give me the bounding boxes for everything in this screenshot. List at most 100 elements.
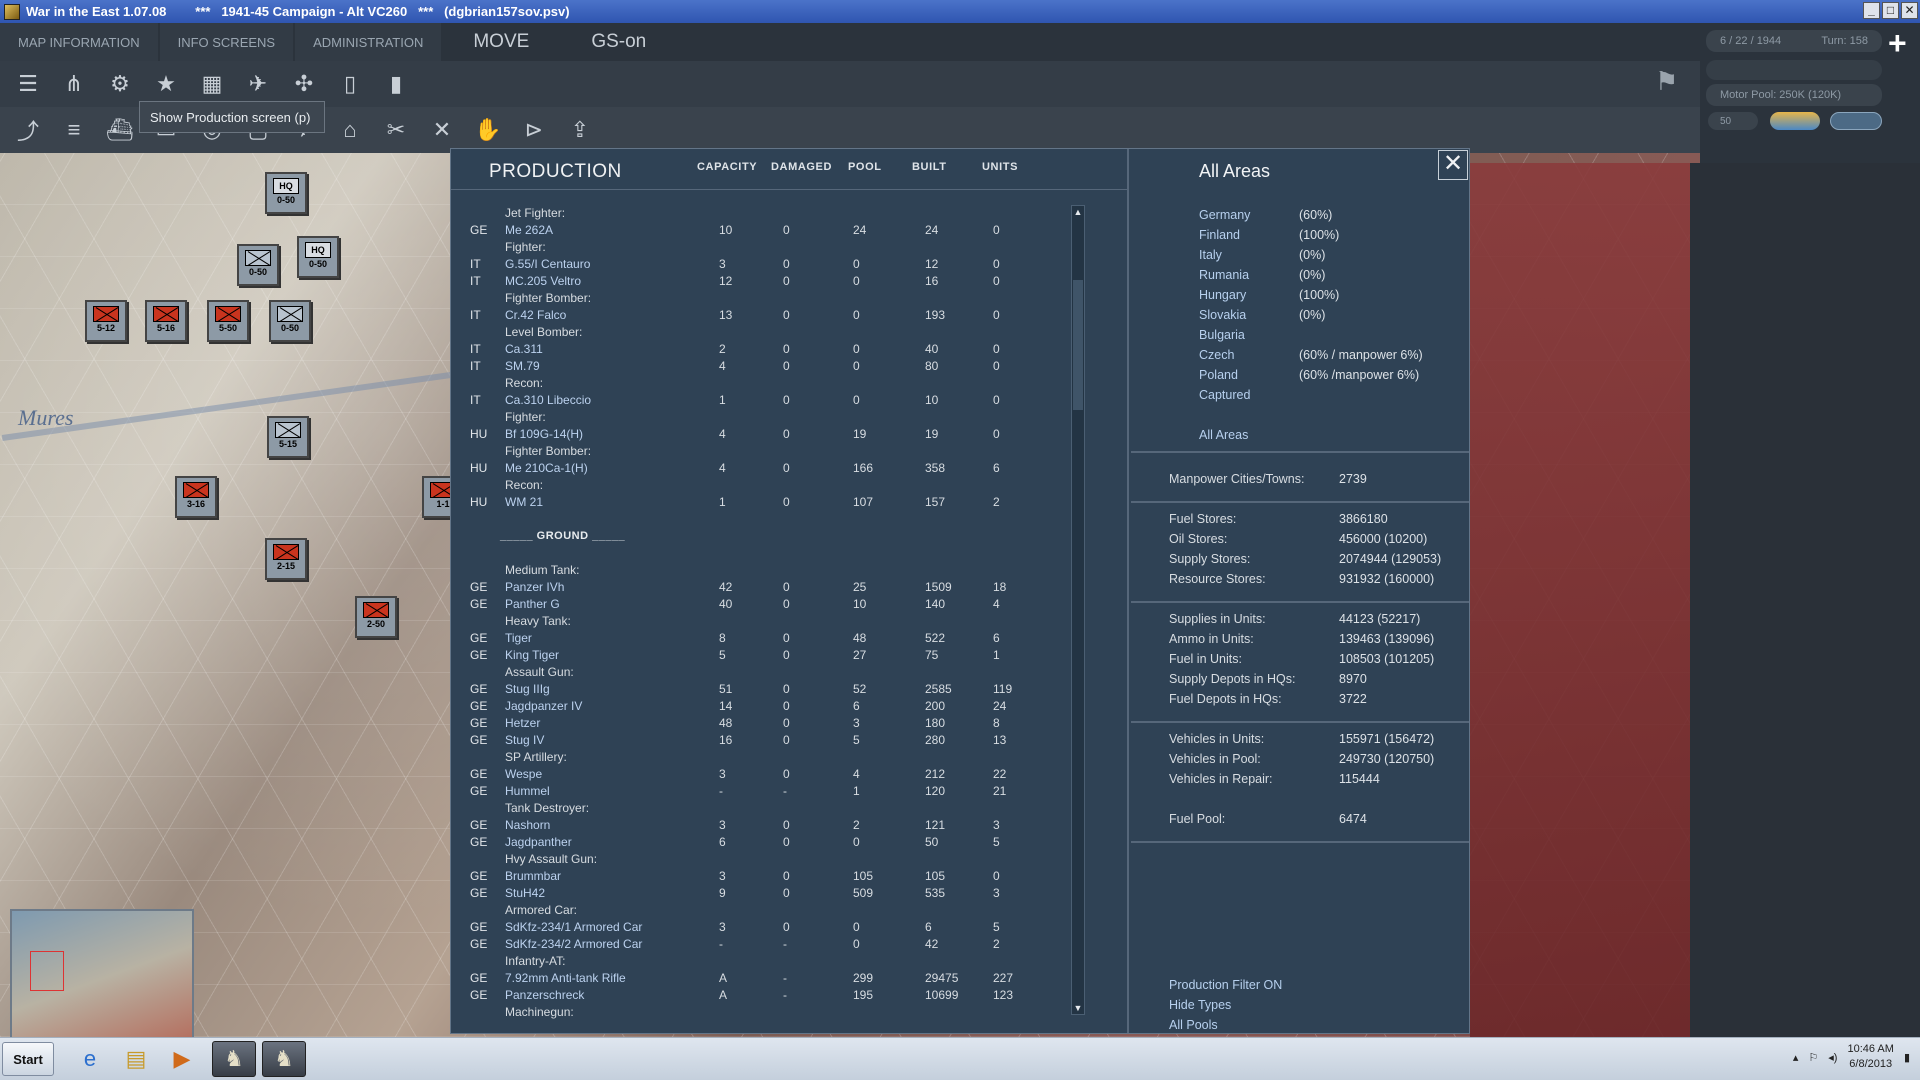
- production-row[interactable]: GE SdKfz-234/2 Armored Car - - 0 42 2: [451, 936, 1091, 953]
- minimap-viewport-frame[interactable]: [30, 951, 64, 991]
- start-button[interactable]: Start: [2, 1042, 54, 1076]
- tab-map-information[interactable]: MAP INFORMATION: [0, 23, 158, 61]
- fuel-icon[interactable]: ▮: [376, 65, 416, 103]
- production-row[interactable]: HU Me 210Ca-1(H) 4 0 166 358 6: [451, 460, 1091, 477]
- unit-name[interactable]: MC.205 Veltro: [505, 273, 581, 290]
- unit-name[interactable]: Ca.310 Libeccio: [505, 392, 591, 409]
- area-name[interactable]: Hungary: [1199, 285, 1246, 305]
- production-row[interactable]: GE Jagdpanzer IV 14 0 6 200 24: [451, 698, 1091, 715]
- unit-name[interactable]: 7.92mm Anti-tank Rifle: [505, 970, 626, 987]
- volume-icon[interactable]: ◂): [1828, 1051, 1837, 1064]
- header-capacity[interactable]: CAPACITY: [697, 161, 757, 173]
- production-row[interactable]: IT G.55/I Centauro 3 0 0 12 0: [451, 256, 1091, 273]
- gear-icon[interactable]: ⚙: [100, 65, 140, 103]
- unit-counter[interactable]: 5-50: [207, 300, 249, 342]
- production-row[interactable]: GE Brummbar 3 0 105 105 0: [451, 868, 1091, 885]
- unit-name[interactable]: Brummbar: [505, 868, 561, 885]
- unit-counter[interactable]: HQ 0-50: [265, 172, 307, 214]
- unit-name[interactable]: Me 262A: [505, 222, 553, 239]
- production-row[interactable]: IT MC.205 Veltro 12 0 0 16 0: [451, 273, 1091, 290]
- unit-counter[interactable]: 0-50: [237, 244, 279, 286]
- unit-name[interactable]: SdKfz-234/1 Armored Car: [505, 919, 642, 936]
- production-row[interactable]: GE Nashorn 3 0 2 121 3: [451, 817, 1091, 834]
- area-name[interactable]: Germany: [1199, 205, 1250, 225]
- clock[interactable]: 10:46 AM 6/8/2013: [1847, 1042, 1893, 1072]
- unit-counter[interactable]: HQ 0-50: [297, 236, 339, 278]
- unit-name[interactable]: SdKfz-234/2 Armored Car: [505, 936, 642, 953]
- unit-name[interactable]: King Tiger: [505, 647, 559, 664]
- close-window-button[interactable]: ✕: [1901, 2, 1918, 19]
- area-name[interactable]: Captured: [1199, 385, 1250, 405]
- production-row[interactable]: GE Panzer IVh 42 0 25 1509 18: [451, 579, 1091, 596]
- plus-icon[interactable]: +: [1888, 27, 1907, 59]
- unit-name[interactable]: Hummel: [505, 783, 550, 800]
- scroll-down-arrow-icon[interactable]: ▼: [1072, 1002, 1084, 1014]
- unit-list-icon[interactable]: ⋔: [54, 65, 94, 103]
- unit-name[interactable]: Panzer IVh: [505, 579, 564, 596]
- area-name[interactable]: Poland: [1199, 365, 1238, 385]
- unit-counter[interactable]: 3-16: [175, 476, 217, 518]
- area-name[interactable]: Slovakia: [1199, 305, 1246, 325]
- area-name[interactable]: Finland: [1199, 225, 1240, 245]
- unit-name[interactable]: Stug IIIg: [505, 681, 550, 698]
- unit-name[interactable]: Ca.311: [505, 341, 543, 358]
- media-player-icon[interactable]: ▶: [160, 1041, 204, 1077]
- next-unit-icon[interactable]: ⊳: [514, 111, 554, 149]
- production-scrollbar[interactable]: ▲ ▼: [1071, 205, 1085, 1015]
- aircraft-icon[interactable]: ✈: [238, 65, 278, 103]
- production-row[interactable]: GE 7.92mm Anti-tank Rifle A - 299 29475 227: [451, 970, 1091, 987]
- speed-value[interactable]: 50: [1708, 112, 1758, 130]
- area-name[interactable]: Rumania: [1199, 265, 1249, 285]
- production-row[interactable]: GE Wespe 3 0 4 212 22: [451, 766, 1091, 783]
- unit-counter[interactable]: 2-50: [355, 596, 397, 638]
- production-row[interactable]: GE SdKfz-234/1 Armored Car 3 0 0 6 5: [451, 919, 1091, 936]
- bomb-icon[interactable]: ✂: [376, 111, 416, 149]
- production-row[interactable]: GE Stug IV 16 0 5 280 13: [451, 732, 1091, 749]
- unit-name[interactable]: Hetzer: [505, 715, 540, 732]
- production-row[interactable]: GE Stug IIIg 51 0 52 2585 119: [451, 681, 1091, 698]
- production-row[interactable]: IT SM.79 4 0 0 80 0: [451, 358, 1091, 375]
- production-row[interactable]: GE Panther G 40 0 10 140 4: [451, 596, 1091, 613]
- flag-tray-icon[interactable]: ⚐: [1808, 1051, 1818, 1064]
- filter-link[interactable]: Hide Types: [1169, 995, 1282, 1015]
- unit-name[interactable]: Wespe: [505, 766, 542, 783]
- production-row[interactable]: GE Jagdpanther 6 0 0 50 5: [451, 834, 1091, 851]
- minimap[interactable]: [10, 909, 194, 1049]
- show-desktop-icon[interactable]: ▮: [1904, 1051, 1910, 1064]
- star-icon[interactable]: ★: [146, 65, 186, 103]
- unit-name[interactable]: G.55/I Centauro: [505, 256, 590, 273]
- game-window-icon-2[interactable]: ♞: [262, 1041, 306, 1077]
- tab-administration[interactable]: ADMINISTRATION: [295, 23, 442, 61]
- hand-icon[interactable]: ✋: [468, 111, 508, 149]
- interdict-icon[interactable]: ✕: [422, 111, 462, 149]
- unit-name[interactable]: Panther G: [505, 596, 560, 613]
- folder-icon[interactable]: ▤: [114, 1041, 158, 1077]
- unit-name[interactable]: Panzerschreck: [505, 987, 584, 1004]
- minimize-button[interactable]: _: [1863, 2, 1880, 19]
- production-row[interactable]: GE Hummel - - 1 120 21: [451, 783, 1091, 800]
- unit-name[interactable]: Stug IV: [505, 732, 544, 749]
- production-row[interactable]: HU WM 21 1 0 107 157 2: [451, 494, 1091, 511]
- scroll-thumb[interactable]: [1073, 280, 1083, 410]
- unit-name[interactable]: WM 21: [505, 494, 543, 511]
- header-units[interactable]: UNITS: [982, 161, 1018, 173]
- unit-name[interactable]: SM.79: [505, 358, 540, 375]
- production-row[interactable]: IT Ca.310 Libeccio 1 0 0 10 0: [451, 392, 1091, 409]
- production-row[interactable]: GE King Tiger 5 0 27 75 1: [451, 647, 1091, 664]
- unit-name[interactable]: Nashorn: [505, 817, 550, 834]
- production-row[interactable]: GE Hetzer 48 0 3 180 8: [451, 715, 1091, 732]
- unit-counter[interactable]: 5-16: [145, 300, 187, 342]
- unit-counter[interactable]: 0-50: [269, 300, 311, 342]
- production-row[interactable]: GE Me 262A 10 0 24 24 0: [451, 222, 1091, 239]
- area-name[interactable]: Czech: [1199, 345, 1234, 365]
- area-name[interactable]: Italy: [1199, 245, 1222, 265]
- production-row[interactable]: GE StuH42 9 0 509 535 3: [451, 885, 1091, 902]
- close-production-button[interactable]: ✕: [1438, 150, 1468, 180]
- production-row[interactable]: GE Tiger 8 0 48 522 6: [451, 630, 1091, 647]
- area-name[interactable]: All Areas: [1199, 425, 1248, 445]
- unit-name[interactable]: StuH42: [505, 885, 545, 902]
- unit-name[interactable]: Tiger: [505, 630, 532, 647]
- aircraft-group-icon[interactable]: ✣: [284, 65, 324, 103]
- filter-link[interactable]: All Pools: [1169, 1015, 1282, 1035]
- production-row[interactable]: IT Cr.42 Falco 13 0 0 193 0: [451, 307, 1091, 324]
